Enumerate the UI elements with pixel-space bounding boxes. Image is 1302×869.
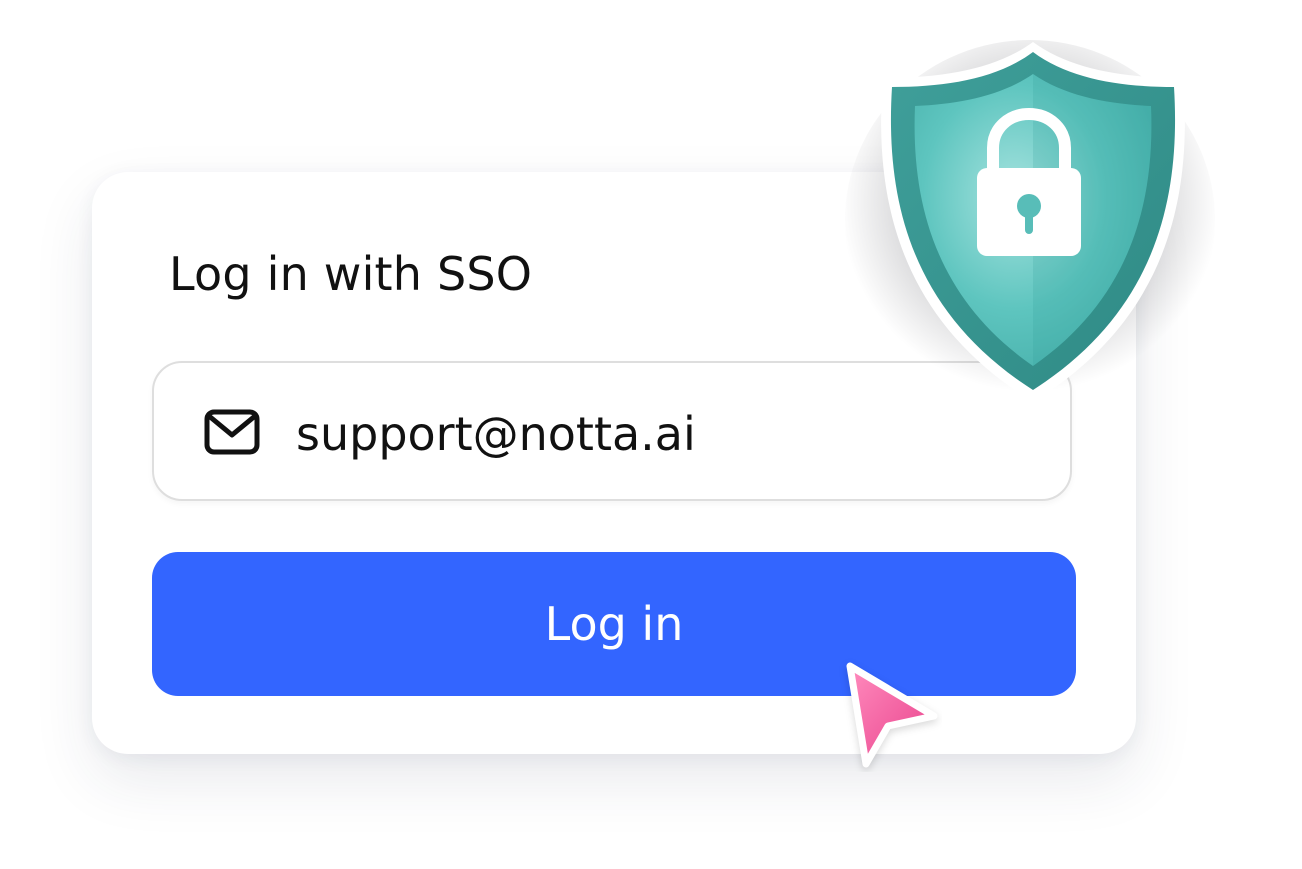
shield-lock-icon: [881, 42, 1185, 402]
cursor-arrow-icon: [846, 662, 938, 768]
sso-login-illustration: Log in with SSO support@notta.ai Log in: [0, 0, 1302, 869]
login-button-label: Log in: [544, 597, 684, 651]
mail-icon: [204, 409, 260, 455]
page-title: Log in with SSO: [169, 247, 533, 301]
email-value[interactable]: support@notta.ai: [296, 402, 696, 466]
